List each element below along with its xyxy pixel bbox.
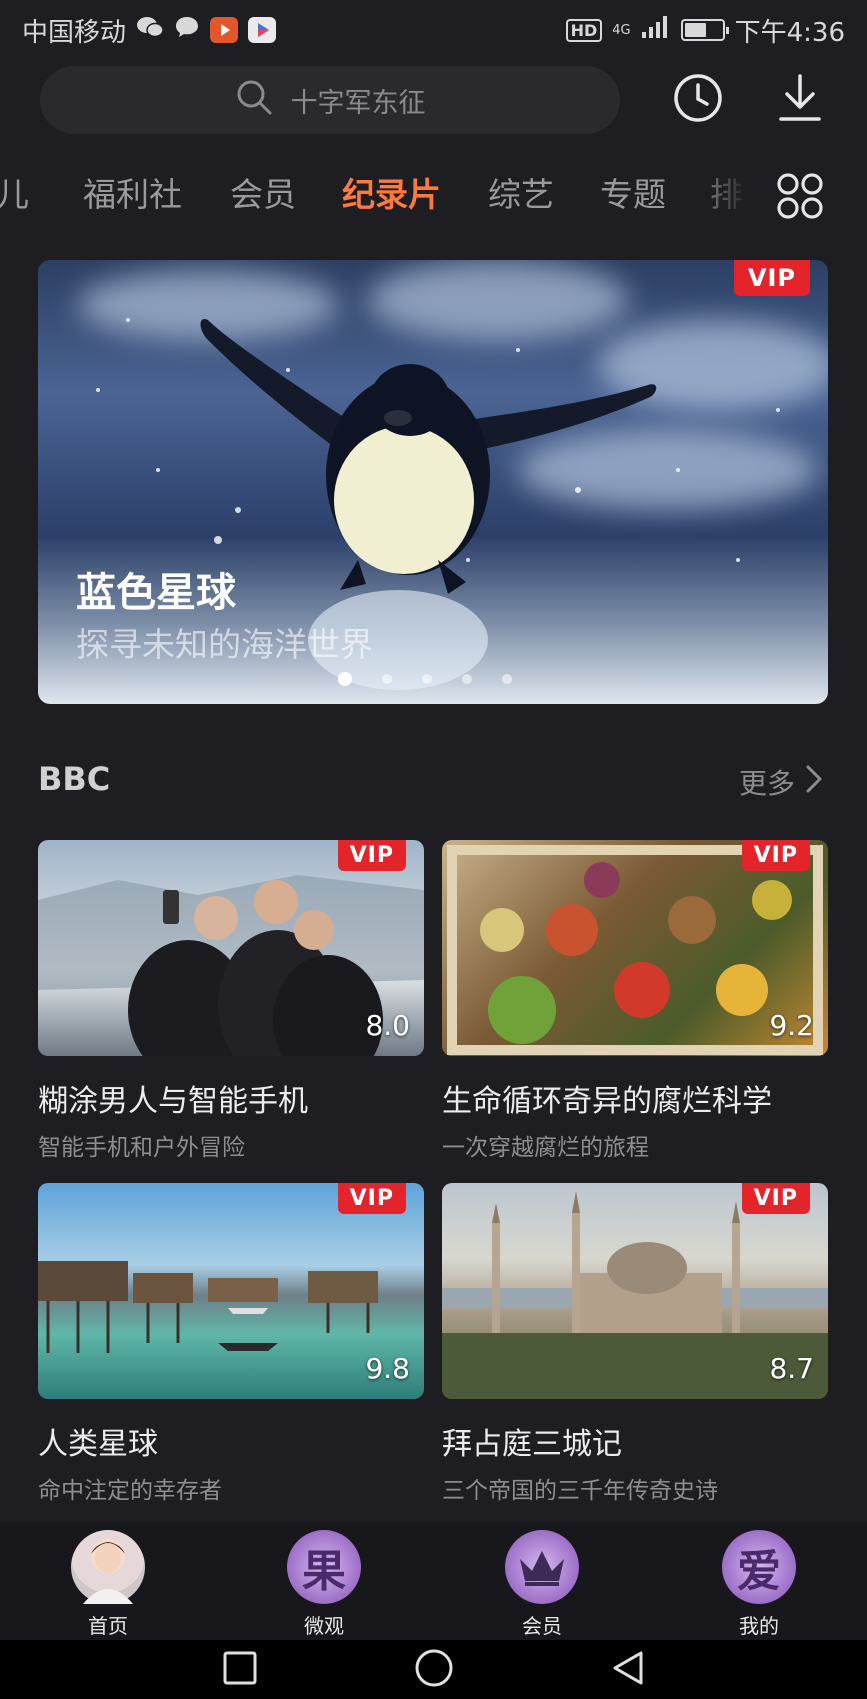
back-triangle-icon — [609, 1649, 647, 1691]
rating-score: 8.0 — [365, 1009, 410, 1042]
network-type: 4G — [612, 22, 631, 38]
video-card[interactable]: VIP 8.7 拜占庭三城记 三个帝国的三千年传奇史诗 — [442, 1183, 828, 1505]
tab-partial-left[interactable]: 儿 — [0, 168, 29, 216]
carousel-dot[interactable] — [462, 674, 472, 684]
category-tabs: 儿 福利社 会员 纪录片 综艺 专题 排 — [0, 168, 867, 228]
status-right: HD 4G 下午4:36 — [565, 12, 845, 49]
guo-glyph: 果 — [302, 1546, 346, 1597]
nav-home[interactable]: 首页 — [33, 1530, 183, 1639]
card-title: 生命循环奇异的腐烂科学 — [442, 1084, 772, 1119]
carrier-label: 中国移动 — [22, 17, 127, 48]
circle-icon — [414, 1648, 454, 1692]
vip-badge: VIP — [741, 840, 810, 871]
home-button[interactable] — [409, 1648, 459, 1692]
nav-micro[interactable]: 果 微观 — [249, 1530, 399, 1639]
all-categories-button[interactable] — [770, 168, 830, 228]
card-subtitle: 三个帝国的三千年传奇史诗 — [442, 1478, 718, 1504]
carousel-dot[interactable] — [502, 674, 512, 684]
tab-member[interactable]: 会员 — [230, 168, 296, 216]
vip-badge: VIP — [741, 1183, 810, 1214]
crown-icon — [505, 1530, 579, 1604]
download-button[interactable] — [770, 70, 830, 130]
banner-subtitle: 探寻未知的海洋世界 — [76, 625, 373, 664]
video-card[interactable]: VIP 9.2 生命循环奇异的腐烂科学 一次穿越腐烂的旅程 — [442, 840, 828, 1162]
guo-icon: 果 — [287, 1530, 361, 1604]
rating-score: 9.2 — [769, 1009, 814, 1042]
nav-label: 首页 — [88, 1614, 128, 1638]
clock-icon — [672, 72, 724, 128]
vip-badge: VIP — [337, 1183, 406, 1214]
video-thumbnail[interactable]: VIP 8.7 — [442, 1183, 828, 1399]
status-left: 中国移动 — [22, 12, 277, 49]
hd-badge: HD — [565, 18, 603, 42]
carousel-dot[interactable] — [338, 672, 352, 686]
recent-apps-button[interactable] — [215, 1648, 265, 1692]
nav-member[interactable]: 会员 — [467, 1530, 617, 1639]
back-button[interactable] — [603, 1648, 653, 1692]
video-thumbnail[interactable]: VIP 9.2 — [442, 840, 828, 1056]
tab-variety[interactable]: 综艺 — [488, 168, 554, 216]
hero-banner[interactable]: VIP 蓝色星球 探寻未知的海洋世界 — [38, 260, 828, 704]
message-icon — [174, 15, 200, 46]
rating-score: 9.8 — [365, 1352, 410, 1385]
video-card[interactable]: VIP 9.8 人类星球 命中注定的幸存者 — [38, 1183, 424, 1505]
clock-text: 下午4:36 — [734, 17, 845, 48]
video-thumbnail[interactable]: VIP 8.0 — [38, 840, 424, 1056]
video-thumbnail[interactable]: VIP 9.8 — [38, 1183, 424, 1399]
search-icon — [235, 78, 273, 123]
download-icon — [777, 72, 823, 128]
battery-fill — [684, 23, 707, 37]
section-title: BBC — [38, 760, 111, 798]
nav-mine[interactable]: 爱 我的 — [684, 1530, 834, 1639]
video-card[interactable]: VIP 8.0 糊涂男人与智能手机 智能手机和户外冒险 — [38, 840, 424, 1162]
carousel-dots — [338, 672, 512, 686]
more-label: 更多 — [738, 767, 795, 800]
grid-icon — [776, 172, 824, 224]
vip-badge: VIP — [337, 840, 406, 871]
tabs-fade — [690, 168, 750, 228]
nav-label: 微观 — [304, 1614, 344, 1638]
avatar-icon — [71, 1530, 145, 1604]
player-app-icon — [248, 17, 277, 43]
search-placeholder: 十字军东征 — [290, 87, 426, 119]
tab-topics[interactable]: 专题 — [600, 168, 666, 216]
more-link[interactable]: 更多 — [739, 762, 823, 802]
signal-icon — [641, 15, 671, 46]
status-bar: 中国移动 HD 4G 下午4:36 — [0, 0, 867, 60]
card-title: 拜占庭三城记 — [442, 1427, 622, 1462]
rating-score: 8.7 — [769, 1352, 814, 1385]
battery-icon — [680, 19, 729, 41]
tab-documentary[interactable]: 纪录片 — [342, 168, 441, 216]
wechat-icon — [136, 15, 164, 46]
search-input[interactable]: 十字军东征 — [40, 66, 620, 134]
banner-title: 蓝色星球 — [76, 570, 236, 616]
vip-badge: VIP — [733, 260, 810, 296]
bottom-navigation: 首页 果 微观 会员 爱 我的 — [0, 1522, 867, 1640]
card-title: 人类星球 — [38, 1427, 158, 1462]
card-subtitle: 一次穿越腐烂的旅程 — [442, 1135, 649, 1161]
header: 十字军东征 — [0, 66, 867, 138]
carousel-dot[interactable] — [422, 674, 432, 684]
card-subtitle: 智能手机和户外冒险 — [38, 1135, 245, 1161]
ai-icon: 爱 — [722, 1530, 796, 1604]
card-subtitle: 命中注定的幸存者 — [38, 1478, 222, 1504]
square-icon — [222, 1650, 258, 1690]
nav-label: 我的 — [739, 1614, 779, 1638]
system-navigation — [0, 1640, 867, 1699]
card-title: 糊涂男人与智能手机 — [38, 1084, 308, 1119]
tab-fulishe[interactable]: 福利社 — [83, 168, 182, 216]
ai-glyph: 爱 — [737, 1546, 781, 1597]
video-app-icon — [210, 17, 239, 43]
nav-label: 会员 — [522, 1614, 562, 1638]
history-button[interactable] — [668, 70, 728, 130]
carousel-dot[interactable] — [382, 674, 392, 684]
chevron-right-icon — [805, 764, 823, 801]
